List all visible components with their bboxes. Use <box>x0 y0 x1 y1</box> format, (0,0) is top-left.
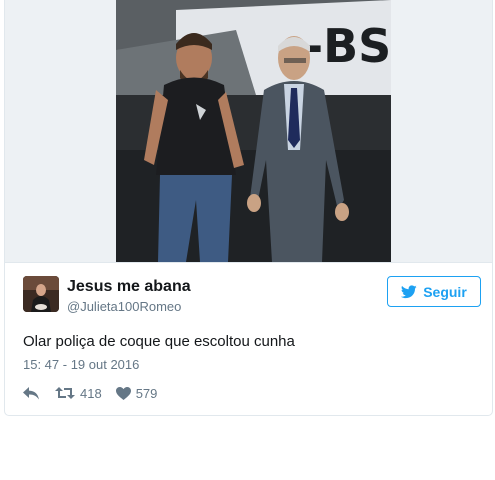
follow-button[interactable]: Seguir <box>387 276 481 307</box>
display-name[interactable]: Jesus me abana <box>67 278 191 296</box>
retweet-button[interactable]: 418 <box>55 386 102 401</box>
retweet-icon <box>55 387 75 399</box>
reply-button[interactable] <box>23 386 39 400</box>
reply-icon <box>23 386 39 399</box>
aircraft-registration: -BS <box>304 19 391 73</box>
twitter-bird-icon <box>401 284 417 298</box>
tweet-media: -BS <box>5 0 492 263</box>
tweet-text: Olar poliça de coque que escoltou cunha <box>23 333 295 350</box>
user-handle[interactable]: @Julieta100Romeo <box>67 299 181 314</box>
avatar[interactable] <box>23 276 59 312</box>
tweet-actions: 418 579 <box>23 383 157 403</box>
like-count: 579 <box>135 385 158 401</box>
like-button[interactable]: 579 <box>115 385 158 401</box>
heart-icon <box>115 386 131 400</box>
follow-label: Seguir <box>423 283 467 300</box>
retweet-count: 418 <box>80 385 102 401</box>
tweet-photo[interactable]: -BS <box>116 0 391 262</box>
tweet-card: -BS Jesus me abana @Julieta100Romeo Segu… <box>4 0 493 416</box>
tweet-timestamp[interactable]: 15: 47 - 19 out 2016 <box>23 357 139 372</box>
